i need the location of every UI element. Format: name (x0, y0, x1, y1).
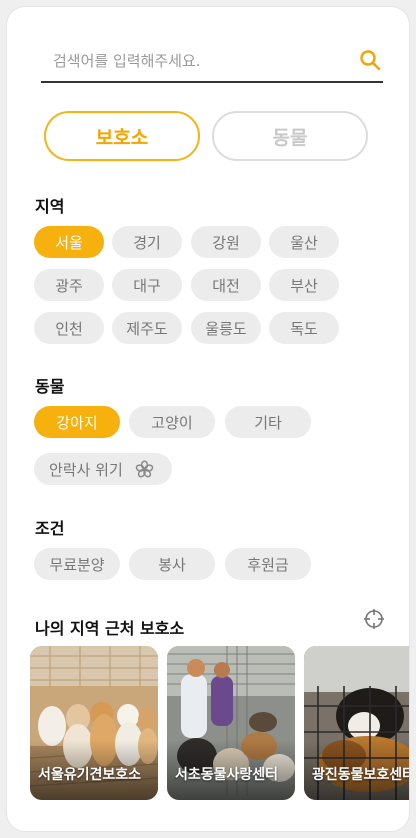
region-chip-gyeonggi[interactable]: 경기 (112, 226, 182, 258)
crosshair-icon[interactable] (363, 608, 385, 630)
condition-title: 조건 (35, 519, 65, 538)
region-chip-gangwon[interactable]: 강원 (191, 226, 261, 258)
tab-shelter[interactable]: 보호소 (44, 111, 200, 161)
region-chip-seoul[interactable]: 서울 (34, 226, 104, 258)
search-bar (41, 43, 383, 83)
search-icon[interactable] (359, 49, 381, 71)
search-input[interactable] (51, 47, 345, 75)
region-chip-jeju[interactable]: 제주도 (112, 312, 182, 344)
flower-icon (135, 459, 154, 477)
animal-chip-cat[interactable]: 고양이 (129, 406, 215, 438)
region-chip-incheon[interactable]: 인천 (34, 312, 104, 344)
condition-chip-free-adoption[interactable]: 무료분양 (34, 548, 120, 580)
shelter-card[interactable]: 서울유기견보호소 (30, 646, 158, 800)
region-chip-daejeon[interactable]: 대전 (191, 269, 261, 301)
region-chip-gwangju[interactable]: 광주 (34, 269, 104, 301)
shelter-name: 서울유기견보호소 (38, 767, 142, 783)
euthanasia-risk-chip[interactable]: 안락사 위기 (34, 453, 172, 485)
region-title: 지역 (35, 197, 65, 216)
animal-chip-other[interactable]: 기타 (225, 406, 311, 438)
condition-chip-volunteer[interactable]: 봉사 (129, 548, 215, 580)
animal-title: 동물 (35, 377, 65, 396)
nearby-shelters-title: 나의 지역 근처 보호소 (35, 619, 185, 638)
condition-chip-donation[interactable]: 후원금 (225, 548, 311, 580)
euthanasia-risk-label: 안락사 위기 (49, 460, 123, 479)
region-chip-ulleungdo[interactable]: 울릉도 (191, 312, 261, 344)
shelter-card[interactable]: 광진동물보호센터 (304, 646, 409, 800)
tab-animal[interactable]: 동물 (212, 111, 368, 161)
shelter-name: 광진동물보호센터 (312, 767, 409, 783)
animal-chip-dog[interactable]: 강아지 (34, 406, 120, 438)
region-chip-ulsan[interactable]: 울산 (269, 226, 339, 258)
shelter-name: 서초동물사랑센터 (175, 767, 279, 783)
region-chip-busan[interactable]: 부산 (269, 269, 339, 301)
region-chip-daegu[interactable]: 대구 (112, 269, 182, 301)
region-chip-dokdo[interactable]: 독도 (269, 312, 339, 344)
app-screen: 보호소 동물 지역 서울 경기 강원 울산 광주 대구 대전 부산 인천 제주도… (7, 7, 409, 831)
shelter-card[interactable]: 서초동물사랑센터 (167, 646, 295, 800)
